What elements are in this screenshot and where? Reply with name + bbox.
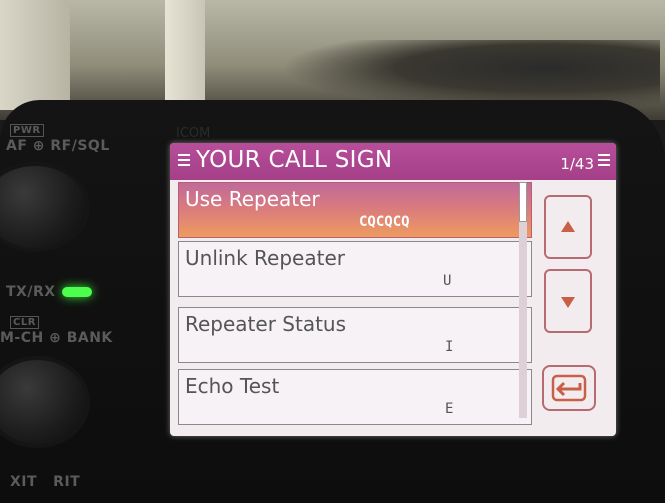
- tx-rx-led: [62, 287, 92, 297]
- list-item-repeater-status[interactable]: Repeater Status I: [178, 307, 532, 363]
- background-wall: [0, 0, 70, 110]
- screen-title: YOUR CALL SIGN: [196, 147, 393, 173]
- triangle-down-icon: [561, 297, 575, 308]
- item-name: Unlink Repeater: [185, 246, 345, 270]
- item-code: E: [445, 401, 454, 417]
- title-bar: YOUR CALL SIGN 1/43: [170, 143, 616, 180]
- brand-logo: ICOM: [176, 126, 211, 141]
- item-name: Echo Test: [185, 374, 280, 398]
- tx-rx-label: TX/RX: [6, 284, 56, 300]
- item-code: CQCQCQ: [359, 214, 410, 230]
- scroll-up-button[interactable]: [544, 195, 592, 259]
- page-indicator: 1/43: [560, 155, 594, 173]
- item-code: U: [443, 273, 452, 289]
- xit-rit-label: XIT RIT: [10, 474, 81, 490]
- scrollbar-thumb[interactable]: [519, 182, 527, 222]
- list-item-use-repeater[interactable]: Use Repeater CQCQCQ: [178, 182, 532, 238]
- triangle-up-icon: [561, 221, 575, 232]
- scroll-down-button[interactable]: [544, 269, 592, 333]
- list-scrollbar[interactable]: [519, 182, 527, 418]
- pwr-label: PWR: [10, 124, 44, 137]
- item-code: I: [445, 339, 454, 355]
- af-rf-sql-label: AF ⊕ RF/SQL: [6, 138, 110, 154]
- m-ch-bank-label: M-CH ⊕ BANK: [0, 330, 113, 346]
- list-item-unlink-repeater[interactable]: Unlink Repeater U: [178, 241, 532, 297]
- item-name: Use Repeater: [185, 187, 320, 211]
- lcd-screen: YOUR CALL SIGN 1/43 Use Repeater CQCQCQ …: [170, 143, 616, 436]
- item-name: Repeater Status: [185, 312, 347, 336]
- menu-lines-icon: [178, 154, 190, 170]
- list-item-echo-test[interactable]: Echo Test E: [178, 369, 532, 425]
- return-arrow-icon: [551, 374, 587, 402]
- call-sign-list: Use Repeater CQCQCQ Unlink Repeater U Re…: [178, 182, 532, 432]
- menu-lines-icon: [598, 154, 610, 170]
- back-button[interactable]: [542, 365, 596, 411]
- background-pole: [165, 0, 205, 110]
- clr-label: CLR: [10, 316, 39, 329]
